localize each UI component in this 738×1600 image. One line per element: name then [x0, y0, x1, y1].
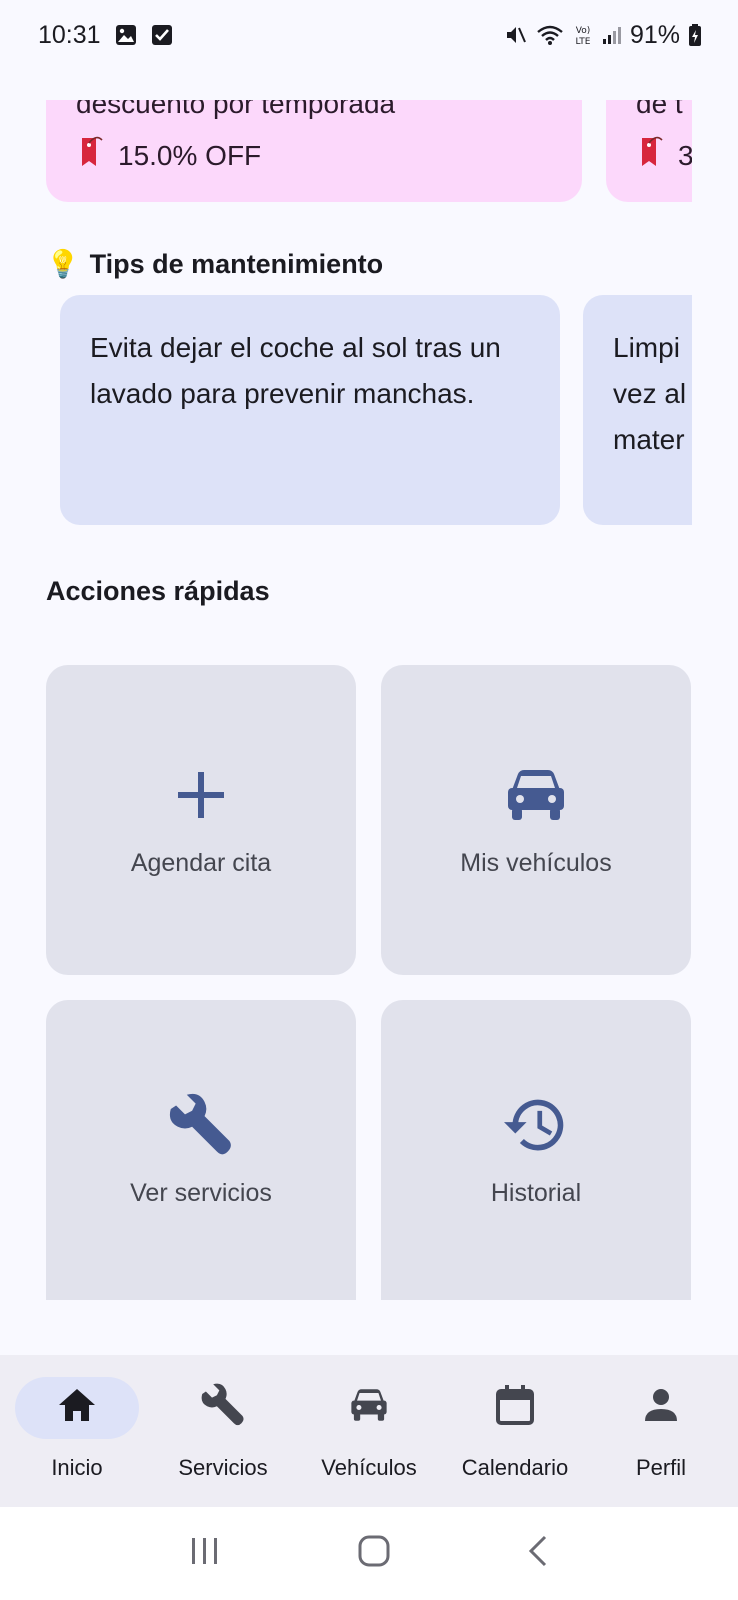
nav-item-perfil[interactable]: Perfil [588, 1355, 734, 1507]
recent-apps-button[interactable] [188, 1536, 222, 1571]
action-label: Agendar cita [130, 848, 272, 877]
history-icon [504, 1093, 568, 1157]
nav-active-indicator [15, 1377, 139, 1439]
status-right: Vo) LTE 91% [504, 21, 702, 50]
tip-card[interactable]: Evita dejar el coche al sol tras un lava… [60, 295, 560, 525]
volte-icon: Vo) LTE [572, 23, 594, 47]
status-time: 10:31 [38, 20, 101, 49]
nav-icon-wrap [599, 1377, 723, 1439]
home-system-button[interactable] [357, 1534, 391, 1573]
wrench-icon [169, 1093, 233, 1157]
promo-description: de t [636, 100, 683, 119]
calendar-icon [496, 1385, 534, 1431]
tips-carousel[interactable]: Evita dejar el coche al sol tras un lava… [60, 295, 692, 527]
checkbox-notification-icon [151, 24, 173, 46]
mute-icon [504, 23, 528, 47]
lightbulb-icon: 💡 [46, 249, 80, 279]
system-navigation-bar [0, 1507, 738, 1600]
signal-icon [602, 25, 622, 45]
nav-icon-wrap [307, 1377, 431, 1439]
quick-actions-title: Acciones rápidas [46, 576, 270, 606]
tag-icon [636, 134, 664, 177]
nav-icon-wrap [161, 1377, 285, 1439]
action-label: Ver servicios [130, 1178, 272, 1207]
my-vehicles-button[interactable]: Mis vehículos [381, 665, 691, 975]
nav-item-inicio[interactable]: Inicio [4, 1355, 150, 1507]
action-label: Historial [490, 1178, 582, 1207]
home-content[interactable]: descuento por temporada 15.0% OFF de t 3… [0, 100, 738, 1355]
promo-card[interactable]: de t 3 [606, 100, 692, 202]
promo-discount: 3 [636, 134, 692, 177]
promo-carousel[interactable]: descuento por temporada 15.0% OFF de t 3 [46, 100, 692, 202]
nav-label: Servicios [178, 1455, 268, 1480]
plus-icon [169, 763, 233, 827]
tip-card-text: Limpi vez al mater [613, 332, 687, 455]
battery-percent: 91% [629, 20, 680, 49]
nav-label: Calendario [461, 1455, 569, 1480]
view-services-button[interactable]: Ver servicios [46, 1000, 356, 1300]
promo-discount: 15.0% OFF [76, 134, 261, 177]
status-bar: 10:31 Vo) LTE 91% [0, 0, 738, 70]
schedule-appointment-button[interactable]: Agendar cita [46, 665, 356, 975]
promo-description: descuento por temporada [76, 100, 396, 119]
nav-item-vehiculos[interactable]: Vehículos [296, 1355, 442, 1507]
promo-discount-text: 15.0% OFF [118, 139, 262, 171]
tip-card[interactable]: Limpi vez al mater [583, 295, 692, 525]
history-button[interactable]: Historial [381, 1000, 691, 1300]
svg-text:LTE: LTE [575, 37, 590, 47]
nav-label: Inicio [51, 1455, 103, 1480]
person-icon [643, 1387, 679, 1429]
promo-discount-text: 3 [678, 139, 692, 171]
car-icon [504, 763, 568, 827]
nav-label: Vehículos [321, 1455, 417, 1480]
tag-icon [76, 134, 104, 177]
tips-title-text: Tips de mantenimiento [89, 248, 384, 279]
car-icon [350, 1388, 388, 1428]
home-icon [57, 1387, 97, 1429]
status-left: 10:31 [38, 21, 173, 50]
nav-label: Perfil [635, 1455, 687, 1480]
promo-card[interactable]: descuento por temporada 15.0% OFF [46, 100, 582, 202]
gallery-notification-icon [115, 24, 137, 46]
action-label: Mis vehículos [460, 848, 612, 877]
wrench-icon [201, 1383, 245, 1433]
svg-text:Vo): Vo) [576, 26, 590, 36]
battery-charging-icon [688, 23, 702, 47]
tips-section-title: 💡 Tips de mantenimiento [46, 248, 383, 280]
wifi-icon [536, 24, 564, 46]
nav-item-calendario[interactable]: Calendario [442, 1355, 588, 1507]
back-system-button[interactable] [526, 1534, 550, 1573]
bottom-navigation: Inicio Servicios Vehículos Calendario Pe… [0, 1355, 738, 1507]
nav-icon-wrap [453, 1377, 577, 1439]
nav-item-servicios[interactable]: Servicios [150, 1355, 296, 1507]
